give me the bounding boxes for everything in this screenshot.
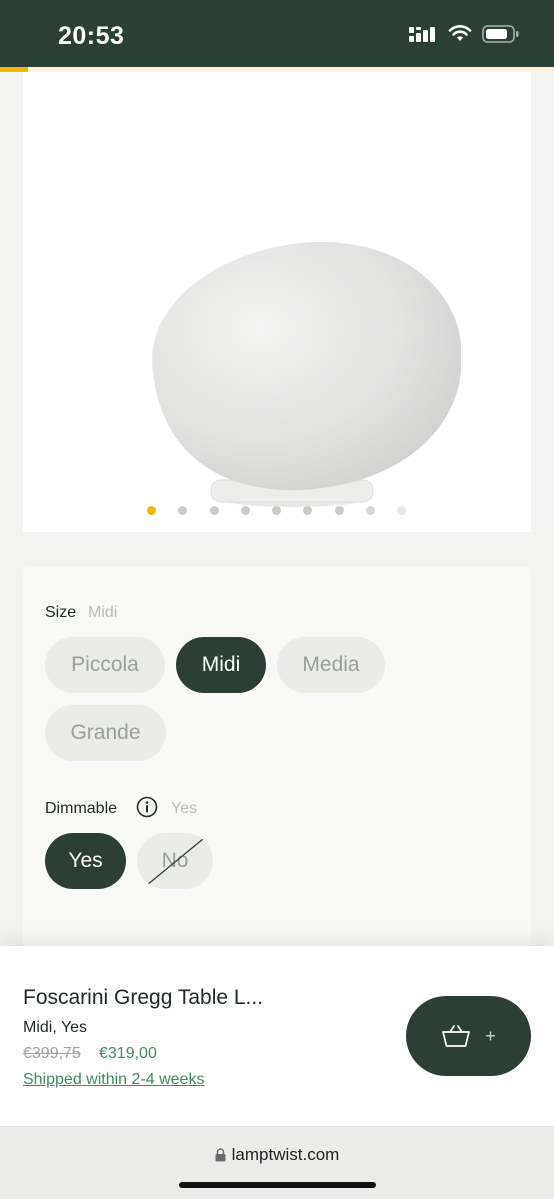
battery-icon (482, 25, 519, 43)
cellular-signal-icon (409, 27, 435, 42)
gallery-dot[interactable] (272, 506, 281, 515)
gallery-dots (0, 506, 554, 516)
lamp-product-image (152, 242, 461, 507)
shipping-info-link[interactable]: Shipped within 2-4 weeks (23, 1071, 204, 1089)
dimmable-selected-value: Yes (171, 800, 198, 817)
gallery-dot[interactable] (365, 506, 375, 515)
gallery-dot[interactable] (397, 506, 406, 515)
unavailable-strike-icon (146, 838, 204, 886)
lock-icon (215, 1148, 226, 1162)
size-label: Size (45, 604, 77, 621)
product-name: Foscarini Gregg Table L... (23, 986, 264, 1009)
url-text: lamptwist.com (231, 1145, 340, 1164)
size-option-media[interactable]: Media (277, 637, 385, 693)
basket-icon (442, 1025, 471, 1047)
gallery-dot[interactable] (303, 506, 313, 515)
dimmable-option-no[interactable]: No (137, 833, 213, 889)
url-field[interactable]: lamptwist.com (0, 1145, 554, 1165)
add-to-cart-button[interactable]: + (406, 996, 531, 1076)
status-bar: 20:53 (0, 0, 554, 67)
status-icons (408, 24, 520, 44)
wifi-icon (448, 25, 472, 41)
info-icon[interactable] (136, 796, 158, 818)
size-option-piccola[interactable]: Piccola (45, 637, 165, 693)
product-variant: Midi, Yes (23, 1019, 88, 1036)
add-plus-icon: + (485, 1025, 496, 1046)
size-option-grande[interactable]: Grande (45, 705, 166, 761)
status-time: 20:53 (58, 22, 125, 50)
old-price: €399,75 (23, 1045, 81, 1062)
current-price: €319,00 (99, 1045, 157, 1062)
gallery-dot[interactable] (240, 506, 250, 515)
dimmable-label: Dimmable (45, 800, 118, 817)
dimmable-option-yes[interactable]: Yes (45, 833, 126, 889)
size-selected-value: Midi (88, 604, 118, 621)
product-summary-sheet: Foscarini Gregg Table L... Midi, Yes €39… (0, 946, 554, 1126)
home-indicator[interactable] (179, 1182, 376, 1188)
product-options-panel: Size Midi Piccola Midi Media Grande Dimm… (23, 567, 531, 947)
gallery-dot[interactable] (178, 506, 188, 515)
gallery-dot[interactable] (209, 506, 219, 515)
gallery-dot[interactable] (147, 506, 156, 515)
product-image-card[interactable] (23, 72, 531, 532)
browser-address-bar[interactable]: lamptwist.com (0, 1126, 554, 1199)
size-option-midi[interactable]: Midi (176, 637, 266, 693)
gallery-dot[interactable] (334, 506, 344, 515)
